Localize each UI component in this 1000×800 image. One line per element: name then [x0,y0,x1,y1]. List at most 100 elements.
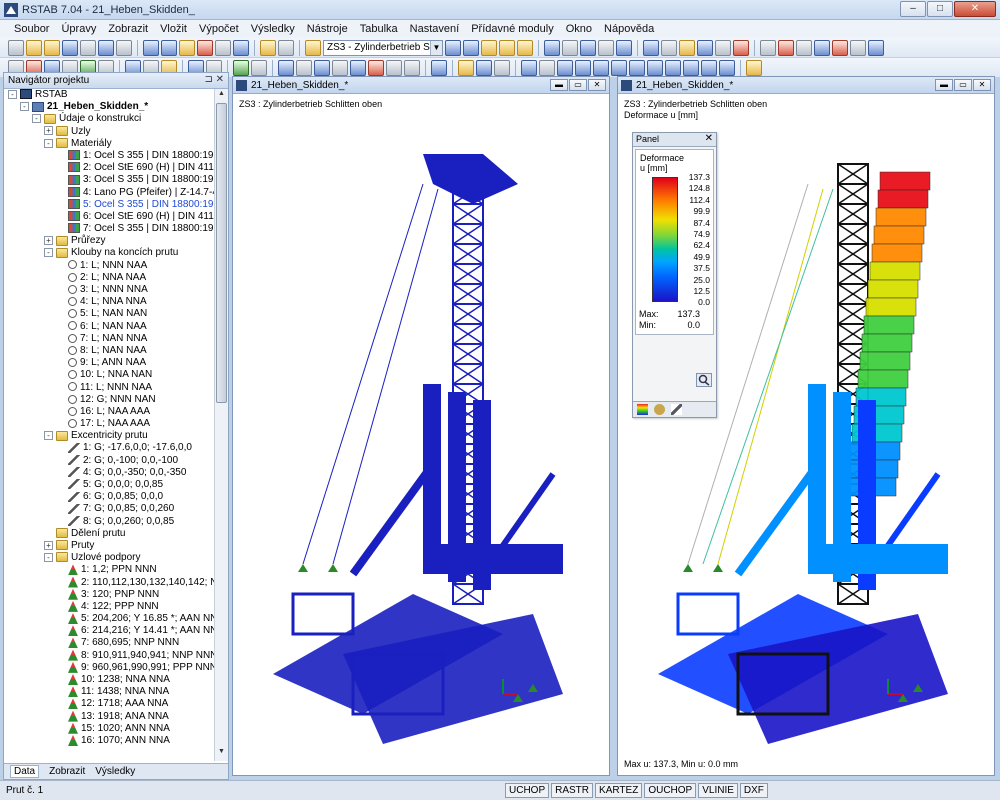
toolbar-tool-icon[interactable] [463,39,479,56]
tree-node[interactable]: + Uzly [4,126,216,138]
toolbar-tool-icon[interactable] [701,59,717,76]
menu-item-9[interactable]: Přídavné moduly [465,23,560,35]
toolbar-tool-icon[interactable] [611,59,627,76]
toolbar-tool-icon[interactable] [296,59,312,76]
tree-node[interactable]: 8: 910,911,940,941; NNP NNN [4,649,216,662]
menu-item-0[interactable]: Soubor [8,23,55,35]
collapse-icon[interactable]: - [8,89,17,99]
toolbar-tool-icon[interactable] [278,59,294,76]
tree-node[interactable]: 16: L; NAA AAA [4,406,216,418]
tree-node[interactable]: 4: L; NNA NNA [4,296,216,308]
toolbar-tool-icon[interactable] [580,39,596,56]
status-toggle-4[interactable]: VLINIE [698,783,738,798]
tree-node[interactable]: 9: L; ANN NAA [4,357,216,369]
toolbar-tool-icon[interactable] [350,59,366,76]
tree-node[interactable]: 5: G; 0,0,0; 0,0,85 [4,479,216,491]
minimize-button[interactable]: – [900,1,926,17]
tree-node[interactable]: 17: L; NAA AAA [4,418,216,430]
tree-node[interactable]: 7: 680,695; NNP NNN [4,637,216,649]
tree-node[interactable]: 8: G; 0,0,260; 0,0,85 [4,516,216,528]
collapse-icon[interactable]: - [44,431,53,441]
menu-item-8[interactable]: Nastavení [404,23,466,35]
toolbar-tool-icon[interactable] [544,39,560,56]
tree-node[interactable]: 1: 1,2; PPN NNN [4,564,216,576]
status-toggle-3[interactable]: OUCHOP [644,783,697,798]
toolbar-tool-icon[interactable] [26,39,42,56]
tree-node[interactable]: 7: G; 0,0,85; 0,0,260 [4,503,216,515]
tree-node[interactable]: 3: Ocel S 355 | DIN 18800:1990-11 [4,174,216,186]
toolbar-tool-icon[interactable] [683,59,699,76]
toolbar-tool-icon[interactable] [161,39,177,56]
toolbar-tool-icon[interactable] [521,59,537,76]
tree-node[interactable]: 13: 1918; ANA NNA [4,710,216,723]
toolbar-tool-icon[interactable] [8,39,24,56]
tree-node[interactable]: 5: Ocel S 355 | DIN 18800:1990-11 [4,199,216,211]
tree-node[interactable]: 15: 1020; ANN NNA [4,722,216,735]
mdi-restore-button[interactable]: ▭ [569,79,587,91]
tree-node[interactable]: - Klouby na koncích prutu [4,247,216,259]
toolbar-tool-icon[interactable] [476,59,492,76]
tree-node[interactable]: - 21_Heben_Skidden_* [4,101,216,113]
toolbar-tool-icon[interactable] [404,59,420,76]
toolbar-tool-icon[interactable] [305,39,321,56]
toolbar-tool-icon[interactable] [746,59,762,76]
tree-node[interactable]: 2: L; NNA NAA [4,272,216,284]
toolbar-tool-icon[interactable] [233,59,249,76]
toolbar-tool-icon[interactable] [431,59,447,76]
toolbar-tool-icon[interactable] [616,39,632,56]
tab-data[interactable]: Data [10,765,40,778]
scroll-down-icon[interactable]: ▼ [216,748,227,760]
chevron-down-icon[interactable]: ▼ [430,40,442,55]
mdi-restore-button[interactable]: ▭ [954,79,972,91]
toolbar-tool-icon[interactable] [796,39,812,56]
menu-item-10[interactable]: Okno [560,23,598,35]
collapse-icon[interactable]: - [44,552,53,562]
menu-item-7[interactable]: Tabulka [354,23,404,35]
toolbar-tool-icon[interactable] [80,39,96,56]
tree-node[interactable]: 16: 1070; ANN NNA [4,734,216,747]
tree-node[interactable]: 8: L; NAN NAA [4,345,216,357]
maximize-button[interactable]: □ [927,1,953,17]
close-button[interactable]: ✕ [954,1,996,17]
color-legend-tab-icon[interactable] [637,404,648,415]
mdi-close-button[interactable]: ✕ [973,79,991,91]
toolbar-tool-icon[interactable] [643,39,659,56]
toolbar-tool-icon[interactable] [697,39,713,56]
collapse-icon[interactable]: - [44,138,53,148]
loadcase-select[interactable]: ZS3 - Zylinderbetrieb Schlit ▼ [323,39,443,56]
tree-node[interactable]: 3: L; NNN NNA [4,284,216,296]
tree-node[interactable]: 4: 122; PPP NNN [4,600,216,613]
toolbar-tool-icon[interactable] [832,39,848,56]
tree-node[interactable]: - Excentricity prutu [4,430,216,442]
tree-node[interactable]: 6: 214,216; Y 14.41 *; AAN NNN [4,625,216,637]
toolbar-tool-icon[interactable] [179,39,195,56]
tree-node[interactable]: 9: 960,961,990,991; PPP NNN [4,661,216,674]
tree-node[interactable]: 3: 120; PNP NNN [4,588,216,601]
menu-item-6[interactable]: Nástroje [301,23,354,35]
toolbar-tool-icon[interactable] [116,39,132,56]
toolbar-tool-icon[interactable] [598,39,614,56]
toolbar-tool-icon[interactable] [62,39,78,56]
expand-icon[interactable]: + [44,126,53,136]
toolbar-tool-icon[interactable] [733,39,749,56]
toolbar-tool-icon[interactable] [539,59,555,76]
toolbar-tool-icon[interactable] [215,39,231,56]
panel-settings-icon[interactable] [696,373,712,387]
toolbar-tool-icon[interactable] [481,39,497,56]
tree-node[interactable]: - Uzlové podpory [4,552,216,564]
expand-icon[interactable]: + [44,236,53,246]
tree-node[interactable]: 7: Ocel S 355 | DIN 18800:1990-11 [4,223,216,235]
toolbar-tool-icon[interactable] [260,39,276,56]
toolbar-tool-icon[interactable] [778,39,794,56]
toolbar-tool-icon[interactable] [143,39,159,56]
filter-tab-icon[interactable] [671,404,682,415]
status-toggle-1[interactable]: RASTR [551,783,594,798]
toolbar-tool-icon[interactable] [665,59,681,76]
tree-node[interactable]: 5: L; NAN NAN [4,308,216,320]
toolbar-tool-icon[interactable] [679,39,695,56]
tree-node[interactable]: 6: G; 0,0,85; 0,0,0 [4,491,216,503]
menu-item-11[interactable]: Nápověda [598,23,660,35]
collapse-icon[interactable]: - [44,248,53,258]
structure-model-view[interactable] [233,94,609,774]
toolbar-tool-icon[interactable] [332,59,348,76]
